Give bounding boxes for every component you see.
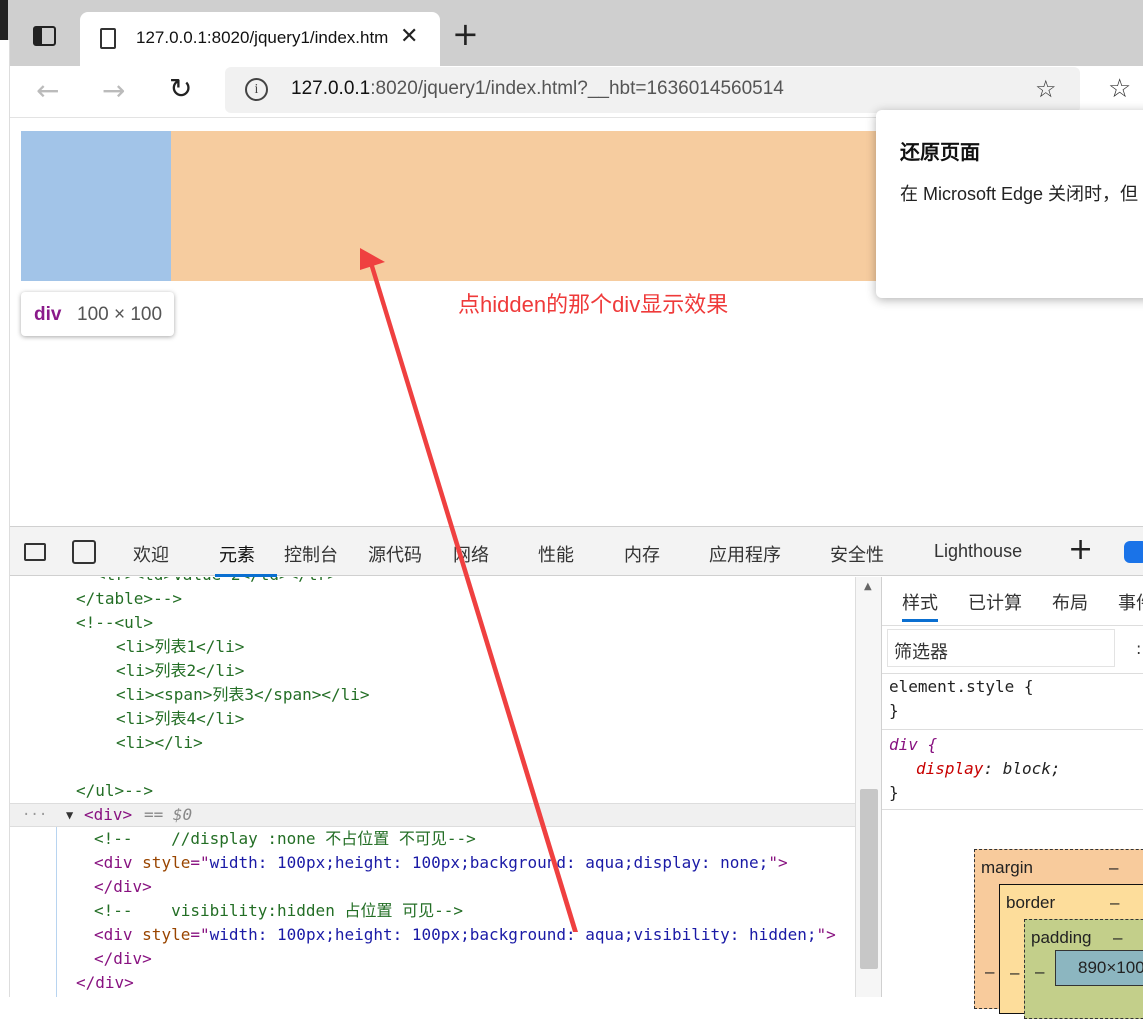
tab-console[interactable]: 控制台	[284, 541, 338, 567]
back-icon[interactable]: ←	[36, 74, 59, 107]
code-line[interactable]: </div>	[94, 947, 152, 971]
code-line[interactable]: <li>列表4</li>	[116, 707, 244, 731]
more-tabs-icon[interactable]: +	[1068, 535, 1093, 565]
tab-event-listeners[interactable]: 事件	[1118, 589, 1143, 615]
code-line[interactable]: </ul>-->	[76, 779, 153, 803]
address-url: 127.0.0.1:8020/jquery1/index.html?__hbt=…	[291, 78, 784, 99]
divider	[882, 729, 1143, 730]
element-style-rule[interactable]: element.style {	[889, 677, 1034, 696]
favorites-icon[interactable]: ☆	[1108, 74, 1131, 104]
border-left-value: –	[1010, 963, 1020, 982]
tab-lighthouse[interactable]: Lighthouse	[934, 541, 1022, 562]
tooltip-tag: div	[34, 304, 62, 325]
box-model-content: 890×100	[1055, 950, 1143, 986]
feedback-icon[interactable]	[1124, 541, 1143, 563]
tab-network[interactable]: 网络	[453, 541, 489, 567]
tab-elements[interactable]: 元素	[219, 541, 255, 567]
code-line[interactable]: <li>列表2</li>	[116, 659, 244, 683]
info-icon[interactable]: i	[245, 78, 268, 101]
refresh-icon[interactable]: ↻	[169, 72, 192, 105]
div-rule-close: }	[889, 783, 899, 802]
hover-state-toggle[interactable]: :	[1136, 639, 1141, 658]
box-model-padding: padding – – 890×100	[1024, 919, 1143, 1019]
popup-title: 还原页面	[900, 142, 980, 164]
code-line[interactable]: </div>	[76, 971, 134, 995]
add-favorite-icon[interactable]: ☆	[1035, 75, 1057, 103]
annotation-text: 点hidden的那个div显示效果	[458, 292, 729, 317]
tab-actions-icon[interactable]	[33, 26, 56, 46]
code-line[interactable]: <li>列表1</li>	[116, 635, 244, 659]
box-model-border: border – – padding – – 890×100	[999, 884, 1143, 1019]
divider	[882, 673, 1143, 674]
box-model-margin: margin – – border – – padding – – 890×10…	[974, 849, 1143, 1019]
left-edge-strip	[0, 0, 8, 40]
padding-left-value: –	[1035, 962, 1045, 981]
margin-label: margin	[981, 858, 1033, 877]
code-line[interactable]: <!--<ul>	[76, 611, 153, 635]
border-top-value: –	[1110, 893, 1120, 912]
content-size: 890×100	[1078, 958, 1143, 977]
code-line[interactable]: <li></li>	[116, 731, 203, 755]
padding-label: padding	[1031, 928, 1092, 947]
page-icon	[100, 28, 116, 49]
tab-memory[interactable]: 内存	[624, 541, 660, 567]
border-label: border	[1006, 893, 1056, 912]
dots-icon: ···	[22, 807, 48, 823]
address-bar[interactable]: i 127.0.0.1:8020/jquery1/index.html?__hb…	[225, 67, 1080, 113]
scrollbar-thumb[interactable]	[860, 789, 878, 969]
code-line[interactable]: <li><span>列表3</span></li>	[116, 683, 370, 707]
div-margin-highlight	[171, 131, 881, 281]
window-left-edge	[0, 40, 10, 997]
element-tooltip: div 100 × 100	[21, 292, 174, 336]
divider	[882, 625, 1143, 626]
selected-node-row[interactable]: ··· ▼ <div> == $0	[10, 803, 855, 827]
code-line[interactable]: </div>	[94, 875, 152, 899]
tooltip-dims: 100 × 100	[77, 304, 163, 325]
highlighted-div[interactable]	[21, 131, 171, 281]
browser-tab[interactable]: 127.0.0.1:8020/jquery1/index.htm ✕	[80, 12, 440, 66]
device-toggle-icon[interactable]	[72, 540, 96, 564]
divider	[882, 809, 1143, 810]
code-line-div-display-none[interactable]: <div style="width: 100px;height: 100px;b…	[94, 851, 788, 875]
tab-layout[interactable]: 布局	[1052, 589, 1088, 615]
tab-welcome[interactable]: 欢迎	[133, 541, 169, 567]
popup-body: 在 Microsoft Edge 关闭时，但	[900, 184, 1139, 204]
tab-computed[interactable]: 已计算	[968, 589, 1022, 615]
styles-pane: 样式 已计算 布局 事件 筛选器 : element.style { } div…	[881, 577, 1143, 1019]
code-line-partial: <tr><td>value 2</td></tr>	[96, 577, 337, 587]
tab-title: 127.0.0.1:8020/jquery1/index.htm	[136, 28, 389, 47]
restore-pages-popup: 还原页面 在 Microsoft Edge 关闭时，但	[876, 110, 1143, 298]
code-line-div-visibility-hidden[interactable]: <div style="width: 100px;height: 100px;b…	[94, 923, 836, 947]
tree-guide-line	[56, 827, 57, 997]
code-line[interactable]: <!-- //display :none 不占位置 不可见-->	[94, 827, 476, 851]
margin-left-value: –	[985, 962, 995, 981]
code-line[interactable]: </table>-->	[76, 587, 182, 611]
elements-tree[interactable]: <tr><td>value 2</td></tr> </table>--> <!…	[10, 577, 855, 997]
dollar-zero-label: == $0	[144, 805, 193, 824]
element-style-close: }	[889, 701, 899, 720]
tab-application[interactable]: 应用程序	[709, 541, 781, 567]
close-tab-icon[interactable]: ✕	[400, 24, 418, 49]
div-rule-declaration[interactable]: display: block;	[916, 759, 1061, 778]
forward-icon[interactable]: →	[102, 74, 125, 107]
code-line[interactable]: <!-- visibility:hidden 占位置 可见-->	[94, 899, 463, 923]
new-tab-icon[interactable]: +	[452, 18, 479, 50]
tab-security[interactable]: 安全性	[830, 541, 884, 567]
tab-sources[interactable]: 源代码	[368, 541, 422, 567]
scroll-up-arrow[interactable]: ▲	[864, 581, 872, 592]
margin-top-value: –	[1109, 858, 1119, 877]
selected-div-tag: <div>	[84, 805, 133, 824]
devtools-toolbar: 欢迎 元素 控制台 源代码 网络 性能 内存 应用程序 安全性 Lighthou…	[10, 526, 1143, 577]
collapse-triangle-icon[interactable]: ▼	[66, 804, 73, 826]
tab-performance[interactable]: 性能	[538, 541, 574, 567]
elements-scrollbar[interactable]: ▲	[855, 577, 881, 997]
div-rule-selector[interactable]: div {	[889, 735, 937, 754]
styles-tab-underline	[902, 619, 938, 622]
styles-filter-input[interactable]: 筛选器	[887, 629, 1115, 667]
inspect-icon[interactable]	[24, 543, 46, 561]
tab-styles[interactable]: 样式	[902, 589, 938, 615]
padding-top-value: –	[1113, 928, 1123, 947]
